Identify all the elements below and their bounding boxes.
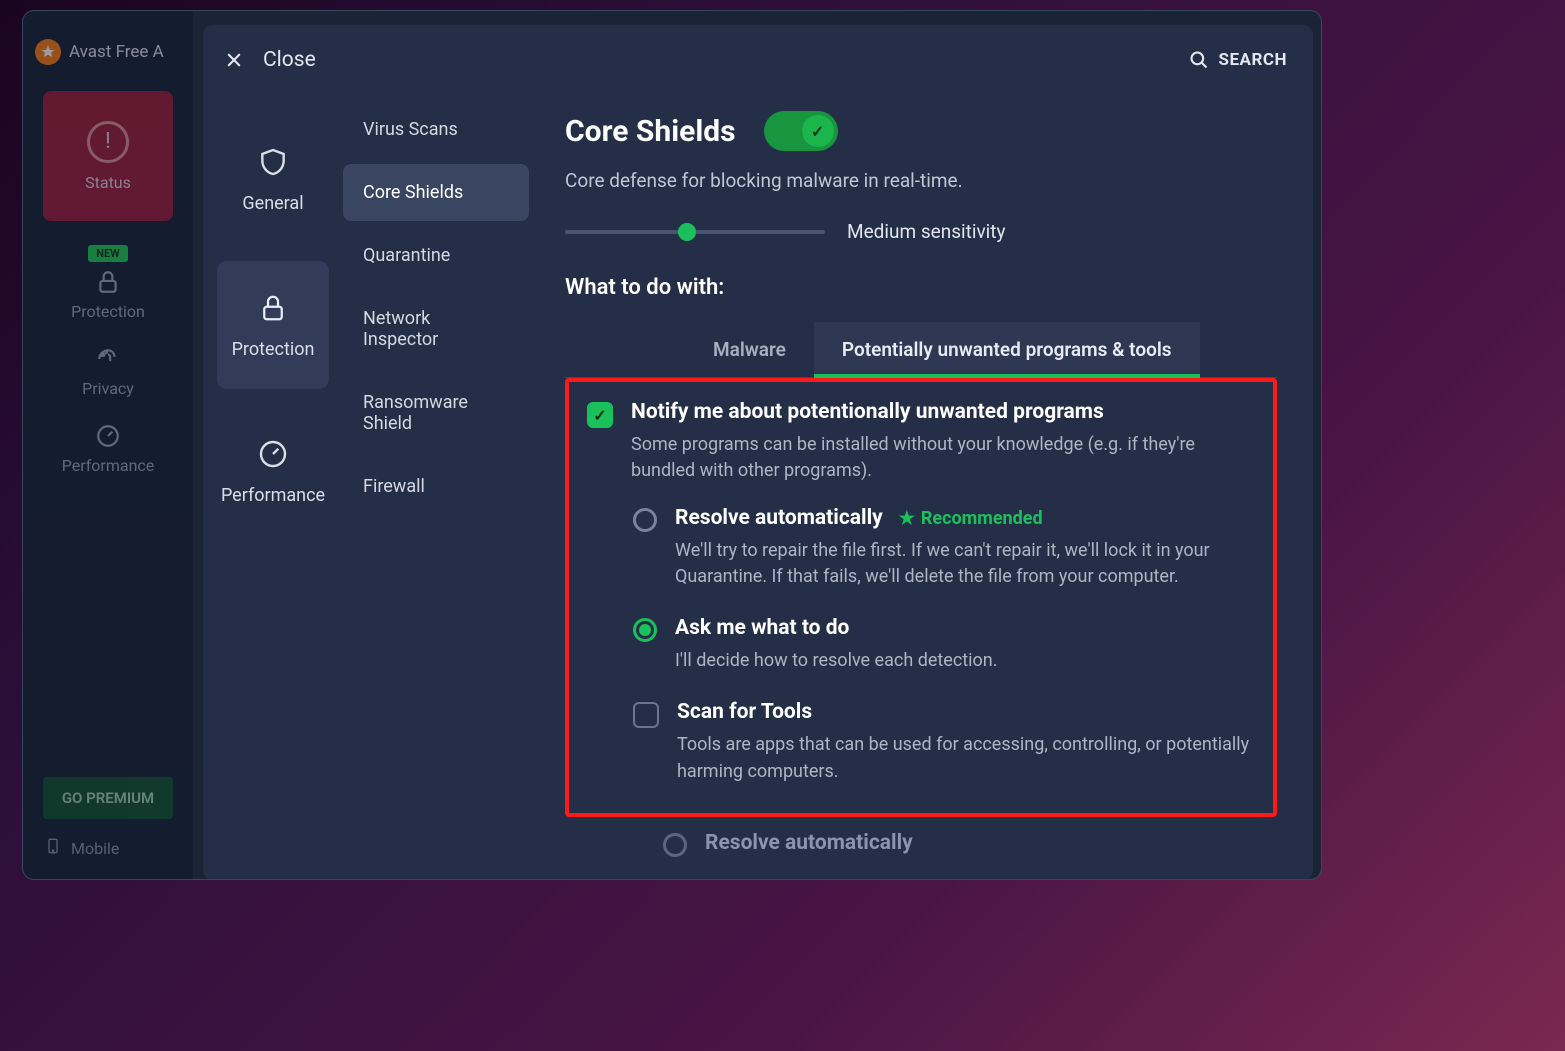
nav-privacy-label: Privacy	[82, 379, 134, 398]
subnav-column: Virus Scans Core Shields Quarantine Netw…	[343, 81, 543, 880]
new-badge: NEW	[88, 245, 128, 262]
scan-tools-checkbox[interactable]	[633, 702, 659, 728]
search-icon	[1189, 50, 1209, 70]
sub-virus-scans[interactable]: Virus Scans	[343, 101, 529, 158]
search-label: SEARCH	[1219, 50, 1287, 70]
resolve-auto-row: Resolve automatically ★ Recommended We'l…	[633, 506, 1257, 590]
shield-icon	[256, 145, 290, 179]
app-window: Avast Free A ! Status NEW Protection Pri…	[22, 10, 1322, 880]
what-to-do-heading: What to do with:	[565, 275, 1277, 300]
gauge-icon	[256, 437, 290, 471]
close-button[interactable]: Close	[223, 48, 316, 72]
notify-option-row: ✓ Notify me about potentionally unwanted…	[587, 400, 1257, 484]
sub-network-inspector[interactable]: Network Inspector	[343, 290, 529, 368]
resolve-auto-radio[interactable]	[633, 508, 657, 532]
tab-malware[interactable]: Malware	[685, 322, 814, 377]
nav-protection-label: Protection	[71, 302, 145, 321]
lock-icon	[256, 291, 290, 325]
bg-logo-row: Avast Free A	[23, 31, 193, 73]
lower-resolve-title: Resolve automatically	[705, 831, 913, 855]
scan-tools-desc: Tools are apps that can be used for acce…	[677, 732, 1257, 784]
sub-firewall[interactable]: Firewall	[343, 458, 529, 515]
core-shields-toggle[interactable]: ✓	[764, 111, 838, 151]
star-icon: ★	[899, 508, 915, 529]
resolve-auto-desc: We'll try to repair the file first. If w…	[675, 538, 1257, 590]
lower-resolve-row: Resolve automatically	[663, 831, 1277, 857]
overlay-header: Close SEARCH	[203, 25, 1313, 81]
resolve-auto-title: Resolve automatically	[675, 506, 883, 530]
mobile-link[interactable]: Mobile	[45, 835, 119, 861]
search-button[interactable]: SEARCH	[1189, 50, 1287, 70]
sub-quarantine[interactable]: Quarantine	[343, 227, 529, 284]
avast-logo-icon	[35, 39, 61, 65]
status-tile[interactable]: ! Status	[43, 91, 173, 221]
check-icon: ✓	[811, 122, 824, 141]
phone-icon	[45, 835, 61, 861]
sensitivity-row: Medium sensitivity	[565, 220, 1277, 243]
tabs-lead-spacer	[565, 322, 685, 377]
status-label: Status	[85, 173, 131, 192]
cat-protection[interactable]: Protection	[217, 261, 329, 389]
resolve-auto-title-row: Resolve automatically ★ Recommended	[675, 506, 1257, 530]
ask-me-desc: I'll decide how to resolve each detectio…	[675, 648, 1257, 674]
cat-performance[interactable]: Performance	[217, 407, 329, 535]
close-icon	[223, 49, 245, 71]
app-name: Avast Free A	[69, 42, 164, 62]
settings-overlay: Close SEARCH General	[203, 25, 1313, 880]
notify-title: Notify me about potentionally unwanted p…	[631, 400, 1257, 424]
cat-general[interactable]: General	[217, 115, 329, 243]
nav-performance[interactable]: Performance	[62, 422, 155, 475]
gauge-icon	[94, 422, 122, 450]
tabs-row: Malware Potentially unwanted programs & …	[565, 322, 1277, 378]
recommended-label: Recommended	[921, 508, 1043, 529]
ask-me-radio[interactable]	[633, 618, 657, 642]
category-column: General Protection Performance	[203, 81, 343, 880]
sensitivity-label: Medium sensitivity	[847, 220, 1006, 243]
notify-radio-group: Resolve automatically ★ Recommended We'l…	[633, 506, 1257, 674]
scan-tools-text: Scan for Tools Tools are apps that can b…	[677, 700, 1257, 784]
notify-text: Notify me about potentionally unwanted p…	[631, 400, 1257, 484]
lower-resolve-radio[interactable]	[663, 833, 687, 857]
ask-me-row: Ask me what to do I'll decide how to res…	[633, 616, 1257, 674]
nav-privacy[interactable]: Privacy	[82, 345, 134, 398]
nav-protection[interactable]: NEW Protection	[71, 245, 145, 321]
scan-tools-row: Scan for Tools Tools are apps that can b…	[633, 700, 1257, 784]
fingerprint-icon	[94, 345, 122, 373]
mobile-label: Mobile	[71, 839, 119, 858]
go-premium-button[interactable]: GO PREMIUM	[43, 777, 173, 819]
bg-sidebar: Avast Free A ! Status NEW Protection Pri…	[23, 11, 193, 879]
sub-core-shields[interactable]: Core Shields	[343, 164, 529, 221]
ask-me-title: Ask me what to do	[675, 616, 1257, 640]
sensitivity-slider[interactable]	[565, 230, 825, 234]
lock-icon	[94, 268, 122, 296]
page-title: Core Shields	[565, 114, 736, 149]
toggle-knob: ✓	[802, 115, 834, 147]
nav-performance-label: Performance	[62, 456, 155, 475]
recommended-badge: ★ Recommended	[899, 508, 1043, 529]
scan-tools-title: Scan for Tools	[677, 700, 1257, 724]
overlay-body: General Protection Performance Viru	[203, 81, 1313, 880]
cat-performance-label: Performance	[221, 485, 325, 506]
notify-checkbox[interactable]: ✓	[587, 402, 613, 428]
close-label: Close	[263, 48, 316, 72]
resolve-auto-text: Resolve automatically ★ Recommended We'l…	[675, 506, 1257, 590]
notify-desc: Some programs can be installed without y…	[631, 432, 1257, 484]
cat-general-label: General	[242, 193, 303, 214]
scan-tools-radio-group: Resolve automatically Ask me what to do	[663, 831, 1277, 880]
sub-ransomware-shield[interactable]: Ransomware Shield	[343, 374, 529, 452]
content-column: Core Shields ✓ Core defense for blocking…	[543, 81, 1313, 880]
title-row: Core Shields ✓	[565, 111, 1277, 151]
slider-handle[interactable]	[678, 223, 696, 241]
warning-icon: !	[87, 121, 129, 163]
tab-pup[interactable]: Potentially unwanted programs & tools	[814, 322, 1200, 377]
highlight-box: ✓ Notify me about potentionally unwanted…	[565, 378, 1277, 817]
cat-protection-label: Protection	[232, 339, 315, 360]
ask-me-text: Ask me what to do I'll decide how to res…	[675, 616, 1257, 674]
page-description: Core defense for blocking malware in rea…	[565, 169, 1277, 192]
